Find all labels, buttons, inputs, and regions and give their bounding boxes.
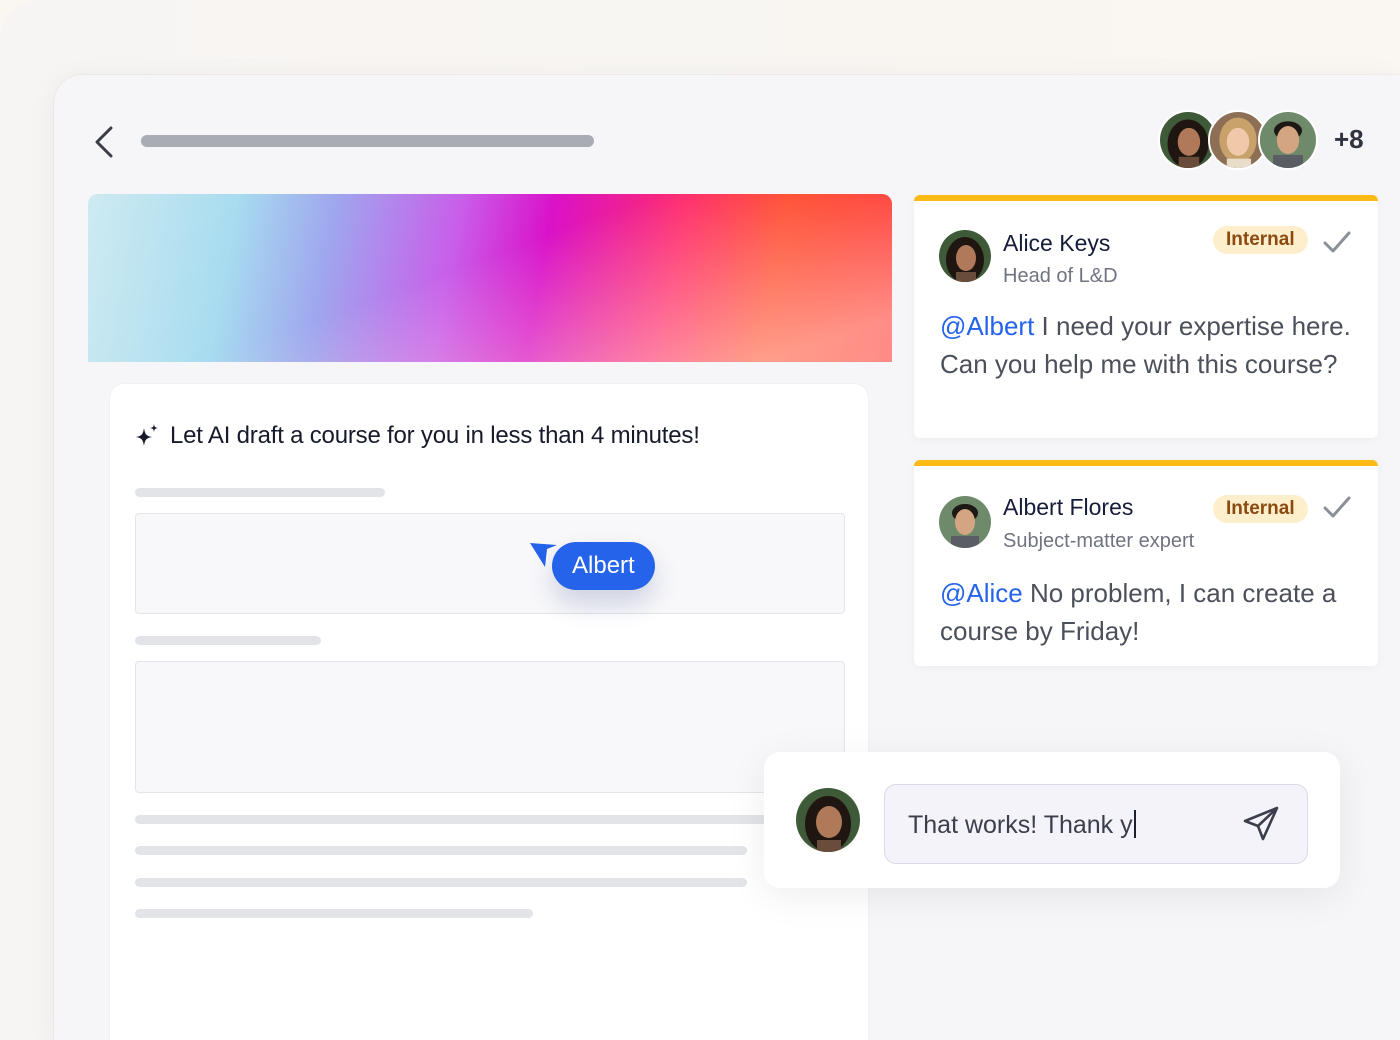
page-title-placeholder <box>141 135 594 147</box>
comment-author: Alice Keys <box>1003 230 1111 256</box>
comment-author-role: Head of L&D <box>1003 265 1118 287</box>
text-placeholder <box>135 815 775 824</box>
label-placeholder <box>135 636 321 645</box>
avatar <box>796 788 860 852</box>
back-button[interactable] <box>90 124 118 160</box>
user-mention[interactable]: @Alice <box>940 578 1023 608</box>
cover-banner <box>88 194 892 362</box>
extra-collaborators-count[interactable]: +8 <box>1334 124 1364 155</box>
collaborator-cursor-label: Albert <box>552 542 655 590</box>
reply-input[interactable]: That works! Thank y <box>884 784 1308 864</box>
check-icon[interactable] <box>1322 493 1352 523</box>
reply-composer: That works! Thank y <box>764 752 1340 888</box>
avatar <box>939 496 991 548</box>
comment-body: @Albert I need your expertise here. Can … <box>940 307 1360 383</box>
avatar <box>939 230 991 282</box>
ai-draft-text: Let AI draft a course for you in less th… <box>170 422 700 449</box>
text-caret <box>1133 810 1136 839</box>
comment-author: Albert Flores <box>1003 494 1134 520</box>
course-field[interactable] <box>135 661 845 793</box>
comment-body: @Alice No problem, I can create a course… <box>940 574 1360 650</box>
comment-card[interactable]: Alice Keys Head of L&D Internal @Albert … <box>914 195 1378 438</box>
ai-draft-heading: Let AI draft a course for you in less th… <box>134 422 700 450</box>
status-badge: Internal <box>1213 495 1308 523</box>
course-field[interactable] <box>135 513 845 614</box>
text-placeholder <box>135 846 747 855</box>
send-icon[interactable] <box>1241 804 1281 844</box>
comment-card[interactable]: Albert Flores Subject-matter expert Inte… <box>914 460 1378 666</box>
chevron-left-icon <box>95 126 113 158</box>
status-badge: Internal <box>1213 226 1308 254</box>
label-placeholder <box>135 488 385 497</box>
text-placeholder <box>135 909 533 918</box>
sparkle-icon <box>136 424 158 446</box>
user-mention[interactable]: @Albert <box>940 311 1034 341</box>
avatar[interactable] <box>1258 110 1318 170</box>
reply-input-text: That works! Thank y <box>908 811 1133 839</box>
reply-input-value[interactable]: That works! Thank y <box>908 810 1136 840</box>
comment-author-role: Subject-matter expert <box>1003 530 1195 552</box>
text-placeholder <box>135 878 747 887</box>
check-icon[interactable] <box>1322 228 1352 258</box>
